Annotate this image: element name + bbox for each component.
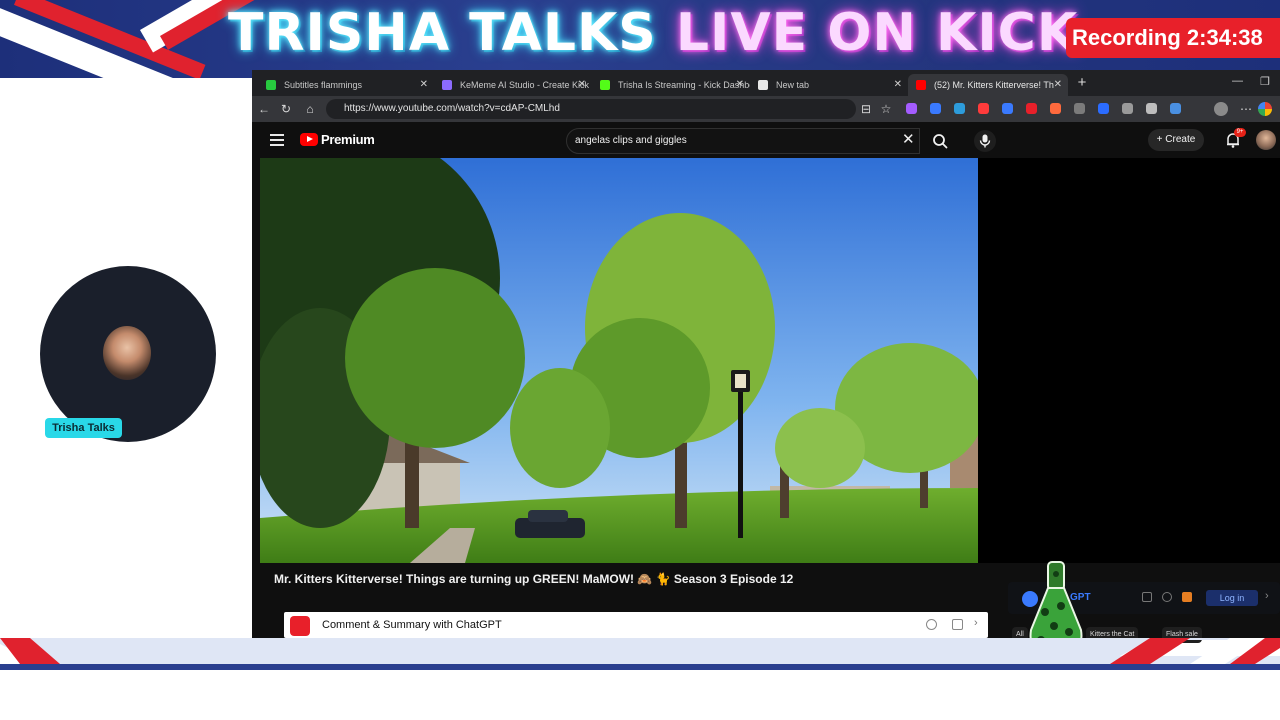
back-icon[interactable]: ← <box>256 101 272 117</box>
extension-icon[interactable] <box>1122 103 1133 114</box>
video-player[interactable] <box>260 158 978 563</box>
url-field[interactable]: https://www.youtube.com/watch?v=cdAP-CML… <box>326 99 856 119</box>
chevron-right-icon[interactable]: › <box>974 617 978 629</box>
extension-icon[interactable] <box>978 103 989 114</box>
chatgpt-extension-icon <box>290 616 310 636</box>
tab-label: Trisha Is Streaming - Kick Dashboard <box>618 80 750 90</box>
stream-overlay: TRISHA TALKS LIVE ON KICK Recording 2:34… <box>0 0 1280 720</box>
create-label: Create <box>1165 134 1196 145</box>
extension-icon[interactable] <box>954 103 965 114</box>
more-menu-icon[interactable]: ⋯ <box>1238 101 1254 117</box>
notification-count-badge: 9+ <box>1234 128 1246 137</box>
gift-icon[interactable] <box>1182 592 1192 602</box>
tab-favicon-icon <box>266 80 276 90</box>
cast-icon[interactable]: ⊟ <box>858 101 874 117</box>
youtube-header: Premium angelas clips and giggles ✕ + Cr… <box>252 122 1280 158</box>
video-title: Mr. Kitters Kitterverse! Things are turn… <box>274 572 794 586</box>
video-side-panel <box>978 158 1280 563</box>
extension-icon[interactable] <box>1074 103 1085 114</box>
extension-icon[interactable] <box>1050 103 1061 114</box>
reload-icon[interactable]: ↻ <box>278 101 294 117</box>
banner-title-name: TRISHA TALKS <box>228 3 657 63</box>
banner-title-live: LIVE ON KICK <box>675 3 1079 63</box>
tab-close-icon[interactable]: ✕ <box>1054 74 1062 96</box>
extension-icon[interactable] <box>1146 103 1157 114</box>
tab-label: New tab <box>776 80 810 90</box>
extension-icon[interactable] <box>1170 103 1181 114</box>
tab-bar: Subtitles flammings ✕ KeMeme AI Studio -… <box>252 70 1280 96</box>
settings-icon[interactable] <box>926 619 937 630</box>
bottom-banner-band <box>0 638 1280 682</box>
log-in-button[interactable]: Log in <box>1206 590 1258 606</box>
chatgpt-summary-label: Comment & Summary with ChatGPT <box>322 619 502 631</box>
tab-favicon-icon <box>442 80 452 90</box>
voice-search-button[interactable] <box>974 130 996 152</box>
history-icon[interactable] <box>1142 592 1152 602</box>
youtube-premium-label[interactable]: Premium <box>321 132 375 147</box>
account-avatar[interactable] <box>1256 130 1276 150</box>
stream-banner: TRISHA TALKS LIVE ON KICK Recording 2:34… <box>0 0 1280 78</box>
bottom-band-graphic <box>0 638 1280 670</box>
tab-favicon-icon <box>916 80 926 90</box>
browser-tab-active[interactable]: (52) Mr. Kitters Kitterverse! Th ✕ <box>908 74 1068 96</box>
search-button[interactable] <box>924 128 956 154</box>
tab-close-icon[interactable]: ✕ <box>894 74 902 96</box>
tab-favicon-icon <box>600 80 610 90</box>
refresh-icon[interactable] <box>1162 592 1172 602</box>
clear-search-icon[interactable]: ✕ <box>902 131 915 149</box>
browser-tab[interactable]: Subtitles flammings ✕ <box>258 74 434 96</box>
extension-icon[interactable] <box>930 103 941 114</box>
home-icon[interactable]: ⌂ <box>302 101 318 117</box>
browser-tab[interactable]: New tab ✕ <box>750 74 908 96</box>
plus-icon: + <box>1156 134 1163 145</box>
banner-title: TRISHA TALKS LIVE ON KICK <box>228 3 1078 63</box>
recording-label: Recording <box>1072 25 1181 50</box>
tab-close-icon[interactable]: ✕ <box>736 74 744 96</box>
tab-label: KeMeme AI Studio - Create Kick <box>460 80 590 90</box>
create-button[interactable]: + Create <box>1148 129 1204 151</box>
chevron-right-icon[interactable]: › <box>1265 590 1269 602</box>
extension-icon[interactable] <box>1026 103 1037 114</box>
maximize-icon[interactable]: ❐ <box>1260 75 1270 88</box>
tab-label: Subtitles flammings <box>284 80 363 90</box>
tab-close-icon[interactable]: ✕ <box>420 74 428 96</box>
search-input[interactable]: angelas clips and giggles <box>566 128 920 154</box>
hamburger-menu-icon[interactable] <box>270 134 284 146</box>
bookmark-star-icon[interactable]: ☆ <box>878 101 894 117</box>
microphone-icon <box>979 134 991 148</box>
youtube-logo-icon[interactable] <box>300 133 318 146</box>
tab-favicon-icon <box>758 80 768 90</box>
new-tab-button[interactable]: + <box>1074 73 1090 93</box>
extension-icon[interactable] <box>906 103 917 114</box>
chatgpt-summary-bar[interactable]: Comment & Summary with ChatGPT › <box>284 612 988 638</box>
minimize-icon[interactable]: — <box>1232 75 1243 87</box>
streamer-avatar <box>103 326 151 380</box>
recording-time: 2:34:38 <box>1186 25 1263 50</box>
copy-icon[interactable] <box>952 619 963 630</box>
browser-window: Subtitles flammings ✕ KeMeme AI Studio -… <box>252 70 1280 638</box>
recording-indicator: Recording 2:34:38 <box>1066 18 1280 58</box>
chrome-logo-icon[interactable] <box>1258 102 1272 116</box>
extension-icon[interactable] <box>1098 103 1109 114</box>
browser-tab[interactable]: KeMeme AI Studio - Create Kick ✕ <box>434 74 592 96</box>
profile-icon[interactable] <box>1214 102 1228 116</box>
extension-icon[interactable] <box>1002 103 1013 114</box>
search-icon <box>933 134 948 149</box>
streamer-name-tag: Trisha Talks <box>45 418 122 438</box>
tab-label: (52) Mr. Kitters Kitterverse! Th <box>934 80 1054 90</box>
video-frame-image <box>260 158 978 563</box>
browser-tab[interactable]: Trisha Is Streaming - Kick Dashboard ✕ <box>592 74 750 96</box>
tab-close-icon[interactable]: ✕ <box>578 74 586 96</box>
address-bar-row: ← ↻ ⌂ https://www.youtube.com/watch?v=cd… <box>252 96 1280 122</box>
